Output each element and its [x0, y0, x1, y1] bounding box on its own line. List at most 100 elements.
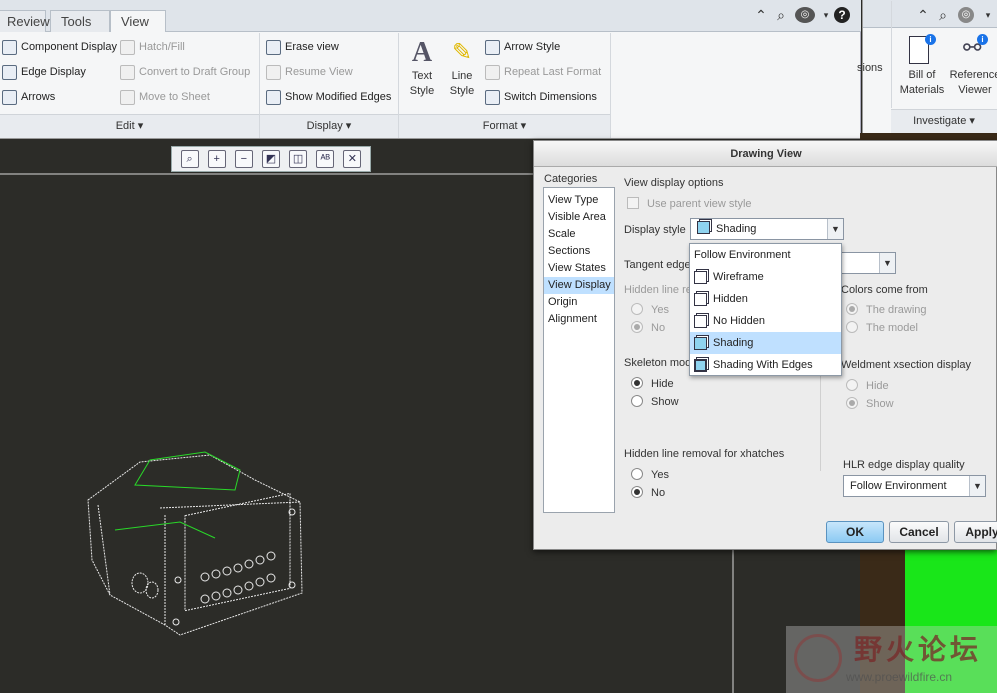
- show-modified-edges-button[interactable]: Show Modified Edges: [266, 86, 391, 108]
- weldment-xsection-label: Weldment xsection display: [841, 359, 972, 371]
- connector-part-drawing: [87, 454, 303, 636]
- display-group-footer[interactable]: Display ▾: [260, 114, 398, 138]
- category-view-type[interactable]: View Type: [544, 192, 614, 209]
- xhatch-yes-radio[interactable]: Yes: [631, 468, 669, 481]
- forum-watermark: 野火论坛 www.proewildfire.cn: [786, 626, 997, 693]
- zoom-out-icon[interactable]: −: [234, 150, 253, 168]
- edit-group: Component Display Edge Display Arrows Ha…: [0, 33, 260, 138]
- wireframe-icon: [694, 270, 707, 284]
- category-view-display[interactable]: View Display: [544, 277, 614, 294]
- tab-view[interactable]: View: [110, 10, 166, 32]
- edge-display-icon: [2, 64, 17, 80]
- tab-review[interactable]: Review: [0, 10, 50, 32]
- skeleton-model-label: Skeleton mod: [624, 357, 692, 369]
- convert-draft-icon: [120, 64, 135, 80]
- chevron-down-icon: ▼: [879, 253, 895, 273]
- chevron-down-icon: ▼: [969, 476, 985, 496]
- dropdown-arrow-icon[interactable]: ▾: [818, 7, 834, 23]
- category-visible-area[interactable]: Visible Area: [544, 209, 614, 226]
- view-display-options-label: View display options: [624, 177, 724, 189]
- skeleton-hide-radio[interactable]: Hide: [631, 377, 674, 390]
- hatch-fill-icon: [120, 39, 135, 55]
- shading-icon: [697, 221, 710, 234]
- no-hidden-icon: [694, 314, 707, 328]
- categories-label: Categories: [544, 173, 598, 185]
- column-divider: [820, 371, 821, 471]
- use-parent-view-style-checkbox[interactable]: Use parent view style: [627, 197, 752, 210]
- text-style-button[interactable]: A Text Style: [403, 37, 441, 99]
- category-origin[interactable]: Origin: [544, 294, 614, 311]
- annotation-display-icon[interactable]: ᴬᴮ: [316, 150, 335, 168]
- erase-view-button[interactable]: Erase view: [266, 36, 391, 58]
- colors-drawing-radio[interactable]: The drawing: [846, 303, 927, 316]
- format-group-footer[interactable]: Format ▾: [399, 114, 610, 138]
- tab-tools[interactable]: Tools: [50, 10, 110, 32]
- resume-view-button[interactable]: Resume View: [266, 61, 391, 83]
- display-style-icon[interactable]: ◫: [289, 150, 308, 168]
- edit-group-footer[interactable]: Edit ▾: [0, 114, 259, 138]
- arrows-button[interactable]: Arrows: [2, 86, 117, 108]
- repeat-last-format-button[interactable]: Repeat Last Format: [485, 61, 601, 83]
- colors-model-radio[interactable]: The model: [846, 321, 918, 334]
- category-alignment[interactable]: Alignment: [544, 311, 614, 328]
- weldment-show-radio[interactable]: Show: [846, 397, 894, 410]
- skeleton-show-radio[interactable]: Show: [631, 395, 679, 408]
- edge-display-button[interactable]: Edge Display: [2, 61, 117, 83]
- refit-icon[interactable]: ⌕: [180, 150, 199, 168]
- ok-button[interactable]: OK: [826, 521, 884, 543]
- convert-to-draft-group-button[interactable]: Convert to Draft Group: [120, 61, 250, 83]
- ribbon: Review Tools View ⌃ ⌕ ◎ ▾ ? Component Di…: [0, 0, 861, 139]
- option-wireframe[interactable]: Wireframe: [690, 266, 841, 288]
- tangent-edge-select[interactable]: ▼: [841, 252, 896, 274]
- arrow-style-icon: [485, 39, 500, 55]
- cancel-button[interactable]: Cancel: [889, 521, 949, 543]
- hidden-line-no-radio[interactable]: No: [631, 321, 665, 334]
- dropdown-arrow-icon-2[interactable]: ▾: [980, 7, 996, 23]
- option-no-hidden[interactable]: No Hidden: [690, 310, 841, 332]
- bill-of-materials-button[interactable]: i Bill of Materials: [899, 34, 945, 98]
- option-hidden[interactable]: Hidden: [690, 288, 841, 310]
- learning-icon-2[interactable]: ◎: [958, 7, 974, 23]
- shading-with-edges-icon: [694, 358, 707, 372]
- switch-dimensions-button[interactable]: Switch Dimensions: [485, 86, 601, 108]
- hlr-edge-quality-select[interactable]: Follow Environment ▼: [843, 475, 986, 497]
- repaint-icon[interactable]: ◩: [261, 150, 280, 168]
- line-style-icon: ✎: [451, 39, 473, 66]
- erase-view-icon: [266, 39, 281, 55]
- reference-viewer-icon: ⚯ i: [949, 34, 997, 68]
- weldment-hide-radio[interactable]: Hide: [846, 379, 889, 392]
- hidden-icon: [694, 292, 707, 306]
- collapse-ribbon-icon-2[interactable]: ⌃: [915, 7, 931, 23]
- hidden-line-yes-radio[interactable]: Yes: [631, 303, 669, 316]
- zoom-in-icon[interactable]: +: [207, 150, 226, 168]
- show-modified-edges-icon: [266, 89, 281, 105]
- category-scale[interactable]: Scale: [544, 226, 614, 243]
- category-view-states[interactable]: View States: [544, 260, 614, 277]
- line-style-button[interactable]: ✎ Line Style: [443, 37, 481, 99]
- hidden-line-label: Hidden line re: [624, 284, 692, 296]
- hatch-fill-button[interactable]: Hatch/Fill: [120, 36, 250, 58]
- arrows-icon: [2, 89, 17, 105]
- component-display-button[interactable]: Component Display: [2, 36, 117, 58]
- datum-display-icon[interactable]: ✕: [343, 150, 362, 168]
- move-to-sheet-button[interactable]: Move to Sheet: [120, 86, 250, 108]
- hlr-edge-quality-label: HLR edge display quality: [843, 459, 965, 471]
- option-follow-environment[interactable]: Follow Environment: [690, 244, 841, 266]
- reference-viewer-button[interactable]: ⚯ i Reference Viewer: [949, 34, 997, 98]
- help-icon[interactable]: ?: [834, 7, 850, 23]
- display-style-select[interactable]: Shading ▼: [690, 218, 844, 240]
- option-shading[interactable]: Shading: [690, 332, 841, 354]
- search-icon-2[interactable]: ⌕: [935, 7, 951, 23]
- category-sections[interactable]: Sections: [544, 243, 614, 260]
- search-icon[interactable]: ⌕: [773, 7, 789, 23]
- investigate-group-footer[interactable]: Investigate ▾: [891, 109, 997, 133]
- apply-button[interactable]: Apply: [954, 521, 997, 543]
- text-style-icon: A: [411, 37, 433, 68]
- move-to-sheet-icon: [120, 89, 135, 105]
- xhatch-no-radio[interactable]: No: [631, 486, 665, 499]
- option-shading-with-edges[interactable]: Shading With Edges: [690, 354, 841, 376]
- collapse-ribbon-icon[interactable]: ⌃: [753, 7, 769, 23]
- learning-icon[interactable]: ◎: [795, 7, 815, 23]
- arrow-style-button[interactable]: Arrow Style: [485, 36, 601, 58]
- format-group: A Text Style ✎ Line Style Arrow Style Re…: [399, 33, 611, 138]
